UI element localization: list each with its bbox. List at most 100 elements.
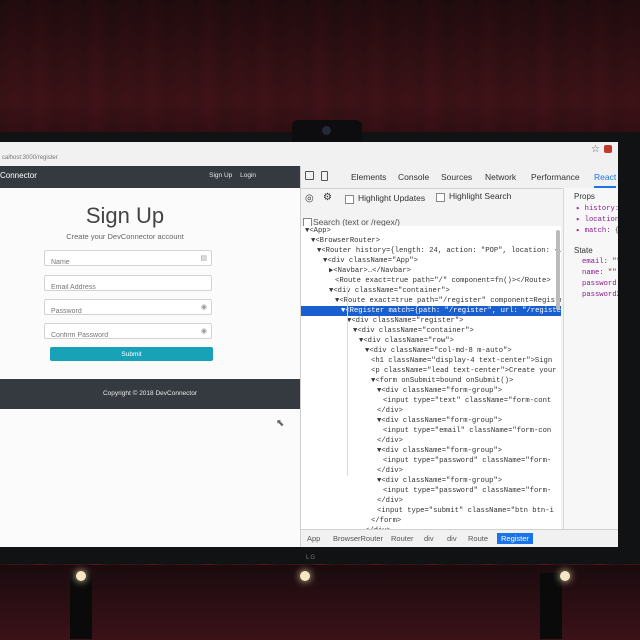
highlight-search-checkbox[interactable] xyxy=(436,193,445,202)
tree-row[interactable]: </div> xyxy=(301,466,561,476)
tab-console[interactable]: Console xyxy=(398,172,429,182)
footer-copyright: Copyright © 2018 DevConnector xyxy=(102,390,198,397)
prop-key: history xyxy=(584,205,615,213)
state-header: State xyxy=(574,246,593,255)
highlight-updates-checkbox[interactable] xyxy=(345,195,354,204)
tree-row[interactable]: ▶<Navbar>…</Navbar> xyxy=(301,266,561,276)
prop-row[interactable]: ▸ history: {…} xyxy=(576,203,618,213)
name-field[interactable]: ▤ xyxy=(44,250,212,270)
state-key: password xyxy=(582,280,617,288)
tree-row[interactable]: ▼<Router history={length: 24, action: "P… xyxy=(301,246,561,256)
password-field[interactable]: ◉ xyxy=(44,299,212,319)
tree-row-selected[interactable]: ▼<Register match={path: "/register", url… xyxy=(301,306,561,316)
bookmark-star-icon[interactable]: ☆ xyxy=(591,144,600,155)
devtools-panel: Elements Console Sources Network Perform… xyxy=(300,166,618,547)
prop-row[interactable]: ▸ match: {…} xyxy=(576,225,618,235)
state-row[interactable]: password: "" xyxy=(582,280,618,288)
monitor-brand-logo: LG xyxy=(306,555,317,561)
settings-gear-icon[interactable]: ⚙ xyxy=(323,192,332,203)
nav-link-signup[interactable]: Sign Up xyxy=(209,172,232,179)
highlight-updates-label: Highlight Updates xyxy=(358,193,426,203)
tab-elements[interactable]: Elements xyxy=(351,172,386,182)
state-key: name xyxy=(582,269,600,277)
tree-row[interactable]: </div> xyxy=(301,496,561,506)
tree-row[interactable]: <input type="submit" className="btn btn-… xyxy=(301,506,561,516)
tree-row[interactable]: ▼<BrowserRouter> xyxy=(301,236,561,246)
breadcrumb-item[interactable]: Register xyxy=(497,533,533,544)
inspect-element-icon[interactable] xyxy=(305,171,314,180)
submit-button[interactable]: Submit xyxy=(50,347,213,361)
tree-row[interactable]: </form> xyxy=(301,516,561,526)
email-input[interactable] xyxy=(45,280,201,295)
tree-row[interactable]: </div> xyxy=(301,406,561,416)
confirm-password-input[interactable] xyxy=(45,328,201,343)
confirm-password-field[interactable]: ◉ xyxy=(44,323,212,343)
state-key: email xyxy=(582,258,604,266)
tree-row[interactable]: <input type="password" className="form- xyxy=(301,486,561,496)
url-text[interactable]: calhost:3000/register xyxy=(2,155,58,161)
prop-row[interactable]: ▸ location: {…} xyxy=(576,214,618,224)
props-state-panel: Props ▸ history: {…} ▸ location: {…} ▸ m… xyxy=(563,188,618,529)
tree-row[interactable]: </div> xyxy=(301,436,561,446)
breadcrumb: App BrowserRouter Router div div Route Registe… xyxy=(301,529,618,547)
web-page: Connector Sign Up Login Sign Up Create y… xyxy=(0,166,300,547)
extension-icon[interactable] xyxy=(604,145,612,153)
tree-row[interactable]: ▼<div className="form-group"> xyxy=(301,386,561,396)
tree-row[interactable]: ▼<div className="register"> xyxy=(301,316,561,326)
tab-network[interactable]: Network xyxy=(485,172,516,182)
email-field[interactable] xyxy=(44,275,212,295)
tree-guide-line xyxy=(347,286,348,476)
page-title: Sign Up xyxy=(85,203,165,228)
id-card-icon: ▤ xyxy=(200,255,207,262)
prop-value: {…} xyxy=(615,227,618,235)
state-row[interactable]: name: "" xyxy=(582,269,617,277)
tree-row[interactable]: ▼<div className="container"> xyxy=(301,286,561,296)
tree-row[interactable]: <h1 className="display-4 text-center">Si… xyxy=(301,356,561,366)
password-input[interactable] xyxy=(45,304,201,319)
tree-row[interactable]: ▼<div className="container"> xyxy=(301,326,561,336)
breadcrumb-item[interactable]: Route xyxy=(468,534,488,543)
tree-row[interactable]: ▼<div className="row"> xyxy=(301,336,561,346)
tree-row[interactable]: <input type="password" className="form- xyxy=(301,456,561,466)
tree-row[interactable]: ▼<div className="form-group"> xyxy=(301,416,561,426)
state-row[interactable]: password2: "" xyxy=(582,291,618,299)
tree-row[interactable]: <input type="email" className="form-con xyxy=(301,426,561,436)
tree-row[interactable]: ▼<div className="form-group"> xyxy=(301,476,561,486)
tree-row[interactable]: <input type="text" className="form-cont xyxy=(301,396,561,406)
tab-performance[interactable]: Performance xyxy=(531,172,580,182)
speaker-stand xyxy=(70,573,92,639)
tree-row[interactable]: ▼<div className="App"> xyxy=(301,256,561,266)
tree-row[interactable]: ▼<div className="col-md-8 m-auto"> xyxy=(301,346,561,356)
tree-row[interactable]: ▼<App> xyxy=(301,226,561,236)
breadcrumb-item[interactable]: div xyxy=(424,534,434,543)
breadcrumb-item[interactable]: App xyxy=(307,534,320,543)
browser-address-bar[interactable]: calhost:3000/register ☆ xyxy=(0,142,618,167)
prop-key: match xyxy=(584,227,607,235)
string-light xyxy=(76,571,86,581)
footer: Copyright © 2018 DevConnector xyxy=(0,379,300,409)
breadcrumb-item[interactable]: Router xyxy=(391,534,414,543)
devtools-tabbar: Elements Console Sources Network Perform… xyxy=(301,166,618,189)
breadcrumb-item[interactable]: BrowserRouter xyxy=(333,534,383,543)
string-light xyxy=(300,571,310,581)
breadcrumb-item[interactable]: div xyxy=(447,534,457,543)
tree-row[interactable]: ▼<div className="form-group"> xyxy=(301,446,561,456)
lock-icon: ◉ xyxy=(200,328,207,335)
tree-row[interactable]: <p className="lead text-center">Create y… xyxy=(301,366,561,376)
nav-link-login[interactable]: Login xyxy=(240,172,256,179)
navbar-brand[interactable]: Connector xyxy=(0,171,37,180)
tree-row[interactable]: ▼<Route exact=true path="/register" comp… xyxy=(301,296,561,306)
tree-vertical-scrollbar[interactable] xyxy=(556,230,560,310)
device-toolbar-icon[interactable] xyxy=(321,171,328,181)
mouse-cursor-icon: ⬉ xyxy=(276,418,285,429)
tab-sources[interactable]: Sources xyxy=(441,172,472,182)
state-row[interactable]: email: "" xyxy=(582,258,618,266)
tree-row[interactable]: <Route exact=true path="/" component=fn(… xyxy=(301,276,561,286)
navbar: Connector Sign Up Login xyxy=(0,166,300,188)
tab-react[interactable]: React xyxy=(594,172,617,188)
name-input[interactable] xyxy=(45,255,201,270)
lock-icon: ◉ xyxy=(200,304,207,311)
component-tree[interactable]: ▼<App> ▼<BrowserRouter> ▼<Router history={… xyxy=(301,226,561,538)
tree-row[interactable]: ▼<form onSubmit=bound onSubmit()> xyxy=(301,376,561,386)
select-component-icon[interactable]: ◎ xyxy=(305,193,314,204)
